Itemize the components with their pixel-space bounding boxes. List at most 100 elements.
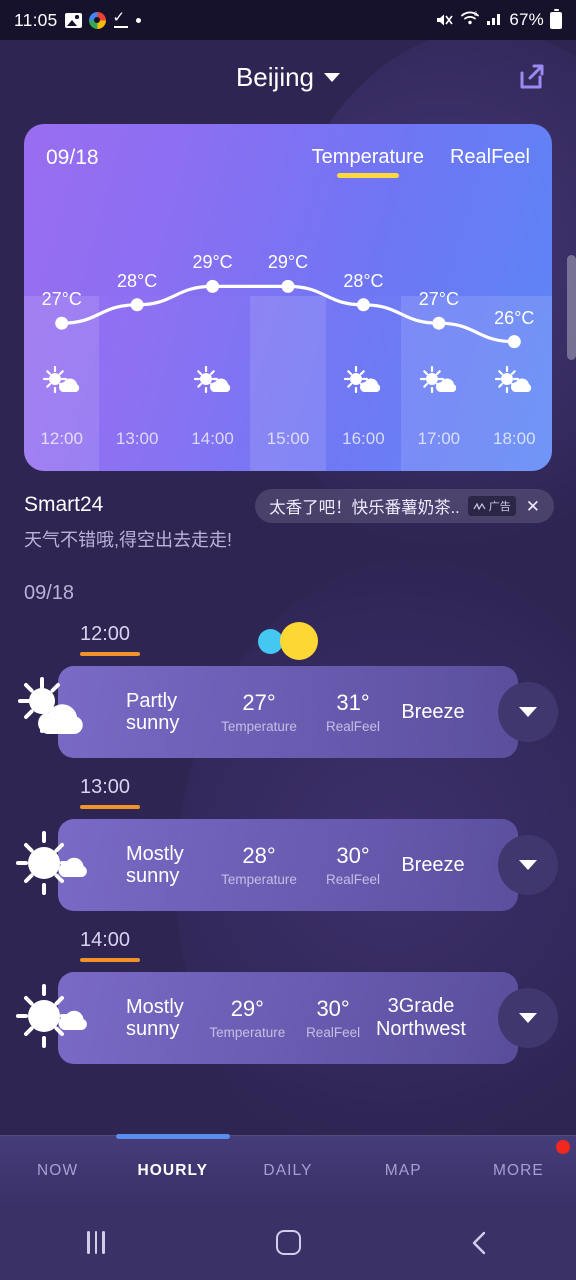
chevron-down-icon <box>519 1013 537 1023</box>
hourly-item-card[interactable]: Mostly sunny 28° Temperature 30° RealFeel Bree… <box>16 819 558 911</box>
check-underline-icon <box>113 8 129 28</box>
tab-temperature[interactable]: Temperature <box>312 146 424 180</box>
back-button[interactable] <box>445 1223 515 1263</box>
bottom-tab-daily[interactable]: DAILY <box>230 1162 345 1180</box>
chart-date: 09/18 <box>46 146 99 169</box>
status-bar-right: 6 67% <box>436 8 562 31</box>
recents-button[interactable] <box>61 1223 131 1263</box>
bottom-navigation: NOW HOURLY DAILY MAP MORE <box>0 1134 576 1205</box>
chart-hour-labels: 12:00 13:00 14:00 15:00 16:00 17:00 18:00 <box>24 429 552 449</box>
hourly-item-card[interactable]: Mostly sunny 29° Temperature 30° RealFeel 3Gra… <box>16 972 558 1064</box>
battery-icon <box>550 8 562 29</box>
svg-text:6: 6 <box>474 12 478 18</box>
tab-realfeel[interactable]: RealFeel <box>450 146 530 180</box>
hourly-item-temperature-caption: Temperature <box>221 719 297 734</box>
hourly-item-temperature-caption: Temperature <box>209 1025 286 1040</box>
hourly-item-card[interactable]: Partly sunny 27° Temperature 31° RealFeel Bree… <box>18 666 558 758</box>
chart-hour-label: 16:00 <box>342 429 385 448</box>
chart-data-point <box>432 316 446 330</box>
hourly-item-temperature: 28° Temperature <box>212 843 306 887</box>
wifi-6-icon: 6 <box>460 10 480 31</box>
hourly-item[interactable]: 14:00 Mostly sunny 29° Temperature 30° RealFee… <box>0 929 576 1064</box>
tab-realfeel-label: RealFeel <box>449 146 530 168</box>
signal-bars-icon <box>486 10 503 31</box>
hourly-item-realfeel-caption: RealFeel <box>325 719 381 734</box>
status-bar: 11:05 6 67% <box>0 0 576 40</box>
recents-icon <box>87 1231 105 1254</box>
hourly-item-time: 13:00 <box>80 776 131 798</box>
partly-sunny-icon <box>419 365 458 405</box>
day-label: 09/18 <box>24 582 75 604</box>
chart-metric-tabs: Temperature RealFeel <box>312 146 530 180</box>
chart-scroll-indicator[interactable] <box>567 255 576 360</box>
hourly-chart-card[interactable]: 09/18 Temperature RealFeel 27°C 28°C 29°… <box>24 124 552 471</box>
hourly-item-condition: Partly sunny <box>126 689 180 734</box>
ad-badge: 广告 <box>467 496 516 516</box>
status-time: 11:05 <box>14 9 58 30</box>
chart-data-point <box>206 279 220 293</box>
hourly-item-realfeel-caption: RealFeel <box>325 872 381 887</box>
chart-data-point <box>356 298 370 312</box>
ad-banner[interactable]: 太香了吧！快乐番薯奶茶.. 广告 ✕ <box>255 489 554 523</box>
mostly-sunny-icon <box>14 980 90 1056</box>
android-navigation-bar <box>0 1205 576 1280</box>
hourly-item-wind: 3Grade Northwest <box>375 995 466 1040</box>
chevron-down-icon <box>519 707 537 717</box>
city-name: Beijing <box>235 61 315 92</box>
bottom-tab-map[interactable]: MAP <box>346 1162 461 1180</box>
hourly-item-realfeel: 31° RealFeel <box>306 690 400 734</box>
partly-sunny-icon <box>495 365 533 405</box>
bottom-tab-hourly[interactable]: HOURLY <box>115 1162 230 1180</box>
chevron-down-icon <box>519 860 537 870</box>
hourly-item-underline <box>80 958 140 962</box>
hourly-item-time: 12:00 <box>80 623 131 645</box>
status-bar-left: 11:05 <box>14 8 141 31</box>
hourly-item-expand-button[interactable] <box>498 682 558 742</box>
home-icon <box>275 1230 301 1255</box>
tab-active-underline <box>336 173 399 178</box>
hourly-item-realfeel-caption: RealFeel <box>306 1025 361 1040</box>
tab-temperature-label: Temperature <box>311 146 424 168</box>
chart-condition-icons <box>24 365 552 410</box>
hourly-item-time: 14:00 <box>80 929 131 951</box>
chart-hour-label: 18:00 <box>493 429 536 448</box>
smart-section: Smart24 天气不错哦,得空出去走走! 太香了吧！快乐番薯奶茶.. 广告 ✕ <box>24 489 576 552</box>
hourly-item-temperature: 29° Temperature <box>204 996 290 1040</box>
chart-data-point <box>281 279 295 293</box>
dot-icon <box>135 17 141 23</box>
hourly-item-temperature-value: 28° <box>242 843 276 868</box>
hourly-item-expand-button[interactable] <box>498 988 558 1048</box>
chart-data-point <box>55 316 69 330</box>
partly-sunny-icon <box>14 674 90 750</box>
hourly-item-underline <box>80 805 140 809</box>
hourly-item-temperature: 27° Temperature <box>212 690 306 734</box>
chart-data-point <box>130 298 144 312</box>
hourly-item-temperature-value: 27° <box>242 690 276 715</box>
battery-percent: 67% <box>509 10 544 29</box>
partly-sunny-icon <box>42 365 81 405</box>
caret-down-icon <box>324 72 341 82</box>
partly-sunny-icon <box>193 365 232 405</box>
bottom-tab-now[interactable]: NOW <box>0 1162 115 1180</box>
ad-text: 太香了吧！快乐番薯奶茶.. <box>269 499 460 517</box>
chart-hour-label: 15:00 <box>266 429 310 448</box>
hourly-item[interactable]: 13:00 Mostly sunny 28° Temperature 30° RealFee… <box>0 776 576 911</box>
chart-data-point <box>507 335 521 349</box>
hourly-item[interactable]: 12:00 Partly sunny 27° Temperature 31° RealFee… <box>0 623 576 758</box>
hourly-item-condition: Mostly sunny <box>126 995 184 1040</box>
hourly-item-underline <box>80 652 140 656</box>
home-button[interactable] <box>253 1223 323 1263</box>
chart-header: 09/18 Temperature RealFeel <box>24 124 552 180</box>
share-button[interactable] <box>514 60 548 94</box>
mute-icon <box>436 12 454 28</box>
hourly-item-realfeel-value: 30° <box>316 996 350 1021</box>
app-screen: 11:05 6 67% Beijing <box>0 0 576 1280</box>
bottom-tab-more[interactable]: MORE <box>461 1162 576 1180</box>
close-icon[interactable]: ✕ <box>524 498 542 515</box>
hourly-list: 12:00 Partly sunny 27° Temperature 31° RealFee… <box>0 623 576 1064</box>
ad-badge-label: 广告 <box>488 501 511 513</box>
hourly-item-expand-button[interactable] <box>498 835 558 895</box>
city-selector[interactable]: Beijing <box>235 61 341 93</box>
back-icon <box>472 1231 486 1254</box>
hourly-item-realfeel: 30° RealFeel <box>306 843 400 887</box>
